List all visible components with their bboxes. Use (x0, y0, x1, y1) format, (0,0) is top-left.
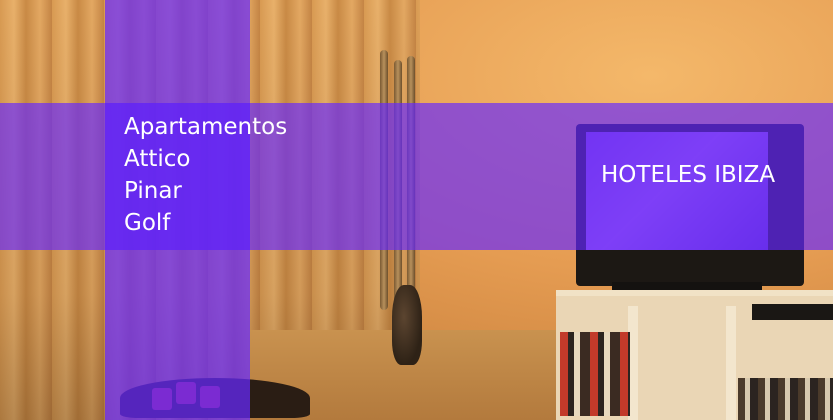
hotel-name-line: Apartamentos (124, 114, 288, 140)
shelf-divider (726, 306, 736, 420)
hotel-name-line: Pinar (124, 178, 182, 204)
book-stack (560, 332, 630, 416)
dvd-player (752, 304, 833, 320)
hotel-name: Apartamentos Attico Pinar Golf (124, 111, 287, 239)
book-stack (738, 378, 833, 420)
floor-vase (392, 285, 422, 365)
hotel-name-line: Golf (124, 210, 171, 236)
brand-label: HOTELES IBIZA (601, 162, 776, 188)
hotel-name-line: Attico (124, 146, 191, 172)
